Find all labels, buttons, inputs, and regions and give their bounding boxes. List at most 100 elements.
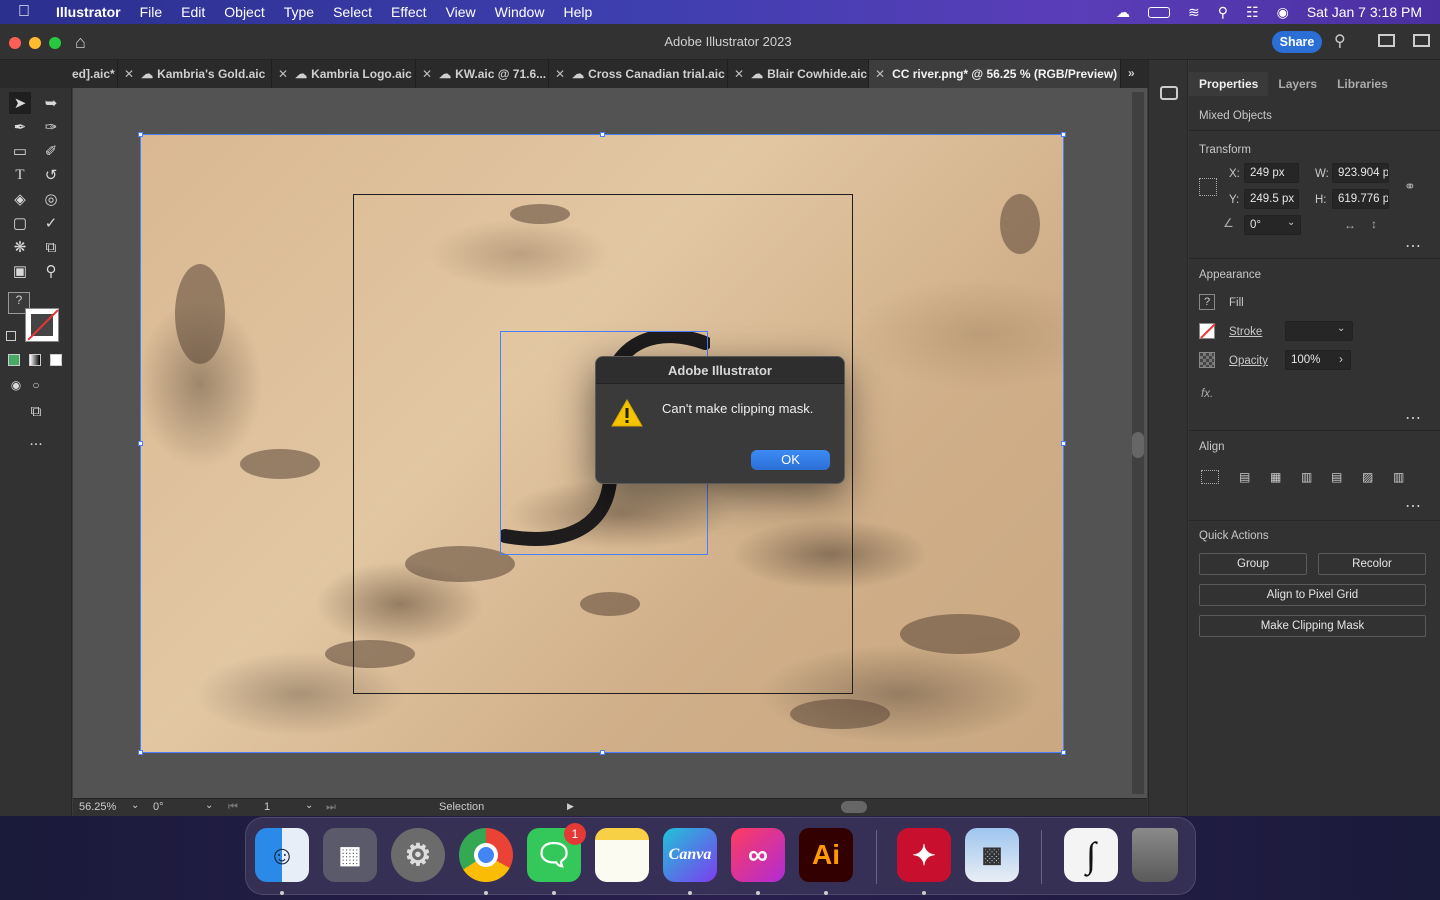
status-menu-icon[interactable]: ▶ xyxy=(567,801,574,812)
close-tab-icon[interactable]: ✕ xyxy=(734,67,744,81)
menu-edit[interactable]: Edit xyxy=(181,4,205,20)
align-to-pixel-grid-button[interactable]: Align to Pixel Grid xyxy=(1199,584,1426,606)
tab-document-5[interactable]: ✕ ☁ Cross Canadian trial.aic xyxy=(549,60,728,88)
transform-more-options-icon[interactable]: ⋯ xyxy=(1405,236,1422,256)
align-right-icon[interactable]: ▥ xyxy=(1301,470,1312,484)
selection-handle[interactable] xyxy=(138,750,143,755)
workspace-switcher-icon[interactable] xyxy=(1413,34,1430,47)
selection-tool-icon[interactable]: ➤ xyxy=(9,92,31,114)
menu-file[interactable]: File xyxy=(140,4,163,20)
opacity-label[interactable]: Opacity xyxy=(1229,355,1268,367)
rotate-tool-icon[interactable]: ↺ xyxy=(40,164,62,186)
comments-icon[interactable] xyxy=(1160,86,1178,100)
illustrator-icon[interactable]: Ai xyxy=(799,828,853,882)
search-icon[interactable]: ⚲ xyxy=(1334,31,1346,51)
blend-tool-icon[interactable]: ⧉ xyxy=(40,236,62,258)
artboard-tool-icon[interactable]: ▣ xyxy=(9,260,31,282)
notes-icon[interactable] xyxy=(595,828,649,882)
align-bottom-icon[interactable]: ▥ xyxy=(1393,470,1404,484)
gradient-mode-icon[interactable] xyxy=(29,354,41,366)
tab-document-4[interactable]: ✕ ☁ KW.aic @ 71.6... xyxy=(416,60,549,88)
tab-overflow-icon[interactable]: » xyxy=(1128,66,1135,80)
menu-select[interactable]: Select xyxy=(333,4,372,20)
zoom-dropdown-icon[interactable]: ⌄ xyxy=(131,800,139,811)
menu-window[interactable]: Window xyxy=(495,4,545,20)
tab-document-active[interactable]: ✕ CC river.png* @ 56.25 % (RGB/Preview) xyxy=(869,60,1121,88)
tab-libraries[interactable]: Libraries xyxy=(1327,72,1398,96)
siri-icon[interactable]: ◉ xyxy=(1277,4,1289,21)
align-to-icon[interactable] xyxy=(1201,470,1219,484)
ok-button[interactable]: OK xyxy=(751,450,830,470)
menu-type[interactable]: Type xyxy=(284,4,314,20)
opacity-arrow-icon[interactable]: › xyxy=(1339,352,1343,366)
align-left-icon[interactable]: ▤ xyxy=(1239,470,1250,484)
horizontal-scroll-thumb[interactable] xyxy=(841,801,867,813)
menu-help[interactable]: Help xyxy=(563,4,592,20)
stroke-color-swatch[interactable] xyxy=(1199,323,1216,339)
artboard-number-field[interactable]: 1 xyxy=(264,801,270,813)
stroke-label[interactable]: Stroke xyxy=(1229,326,1262,338)
x-field[interactable]: 249 px xyxy=(1244,163,1299,183)
vertical-scroll-thumb[interactable] xyxy=(1132,432,1144,458)
stroke-weight-dropdown-icon[interactable]: ⌄ xyxy=(1337,323,1345,334)
tab-document-3[interactable]: ✕ ☁ Kambria Logo.aic xyxy=(272,60,416,88)
system-settings-icon[interactable]: ⚙ xyxy=(391,828,445,882)
align-vertical-center-icon[interactable]: ▨ xyxy=(1362,470,1373,484)
paintbrush-tool-icon[interactable]: ✐ xyxy=(40,140,62,162)
symbol-sprayer-tool-icon[interactable]: ❋ xyxy=(9,236,31,258)
tab-document-1[interactable]: ed].aic* xyxy=(72,60,118,88)
selection-handle[interactable] xyxy=(138,441,143,446)
shape-builder-tool-icon[interactable]: ◎ xyxy=(40,188,62,210)
trash-icon[interactable] xyxy=(1132,828,1178,882)
recolor-button[interactable]: Recolor xyxy=(1318,553,1426,575)
preview-icon[interactable]: ▩ xyxy=(965,828,1019,882)
document-stack-icon[interactable]: ∫ xyxy=(1064,828,1118,882)
curvature-tool-icon[interactable]: ✑ xyxy=(40,116,62,138)
eyedropper-tool-icon[interactable]: ✓ xyxy=(40,212,62,234)
fill-color-swatch[interactable]: ? xyxy=(1199,294,1215,310)
close-tab-icon[interactable]: ✕ xyxy=(278,67,288,81)
tab-document-2[interactable]: ✕ ☁ Kambria's Gold.aic xyxy=(118,60,272,88)
vertical-scrollbar[interactable] xyxy=(1132,92,1144,794)
selection-handle[interactable] xyxy=(600,132,605,137)
artboard-dropdown-icon[interactable]: ⌄ xyxy=(305,800,313,811)
close-tab-icon[interactable]: ✕ xyxy=(555,67,565,81)
menu-effect[interactable]: Effect xyxy=(391,4,427,20)
apple-icon[interactable]:  xyxy=(18,3,30,21)
menubar-clock[interactable]: Sat Jan 7 3:18 PM xyxy=(1307,4,1422,20)
first-artboard-icon[interactable]: ⏮ xyxy=(228,801,238,814)
close-tab-icon[interactable]: ✕ xyxy=(422,67,432,81)
rotation-field[interactable]: 0° xyxy=(153,801,164,813)
share-button[interactable]: Share xyxy=(1272,31,1322,53)
zoom-level-field[interactable]: 56.25% xyxy=(79,801,116,813)
pen-tool-icon[interactable]: ✒ xyxy=(9,116,31,138)
spotlight-search-icon[interactable]: ⚲ xyxy=(1218,4,1228,21)
draw-behind-icon[interactable]: ○ xyxy=(25,374,47,396)
edit-toolbar-more-icon[interactable]: ... xyxy=(25,430,47,452)
wifi-icon[interactable]: ≋ xyxy=(1188,4,1200,21)
rotation-dropdown-icon[interactable]: ⌄ xyxy=(205,800,213,811)
arrange-documents-icon[interactable] xyxy=(1378,34,1395,47)
make-clipping-mask-button[interactable]: Make Clipping Mask xyxy=(1199,615,1426,637)
menu-view[interactable]: View xyxy=(446,4,476,20)
creative-cloud-icon[interactable]: ∞ xyxy=(731,828,785,882)
tab-document-6[interactable]: ✕ ☁ Blair Cowhide.aic xyxy=(728,60,869,88)
default-colors-icon[interactable] xyxy=(6,331,16,341)
zoom-tool-icon[interactable]: ⚲ xyxy=(40,260,62,282)
align-top-icon[interactable]: ▤ xyxy=(1331,470,1342,484)
acrobat-icon[interactable]: ✦ xyxy=(897,828,951,882)
selection-handle[interactable] xyxy=(1061,132,1066,137)
align-horizontal-center-icon[interactable]: ▦ xyxy=(1270,470,1281,484)
draw-mode-icon[interactable]: ◉ xyxy=(5,374,27,396)
tab-layers[interactable]: Layers xyxy=(1268,72,1327,96)
eraser-tool-icon[interactable]: ◈ xyxy=(9,188,31,210)
launchpad-icon[interactable]: ▦ xyxy=(323,828,377,882)
menu-app-name[interactable]: Illustrator xyxy=(56,4,121,20)
y-field[interactable]: 249.5 px xyxy=(1244,189,1299,209)
width-field[interactable]: 923.904 p xyxy=(1332,163,1389,183)
constrain-proportions-icon[interactable]: ⚭ xyxy=(1404,178,1416,195)
gradient-tool-icon[interactable]: ▢ xyxy=(9,212,31,234)
selection-handle[interactable] xyxy=(600,750,605,755)
align-more-options-icon[interactable]: ⋯ xyxy=(1405,496,1422,516)
creative-cloud-status-icon[interactable]: ☁ xyxy=(1116,4,1130,21)
